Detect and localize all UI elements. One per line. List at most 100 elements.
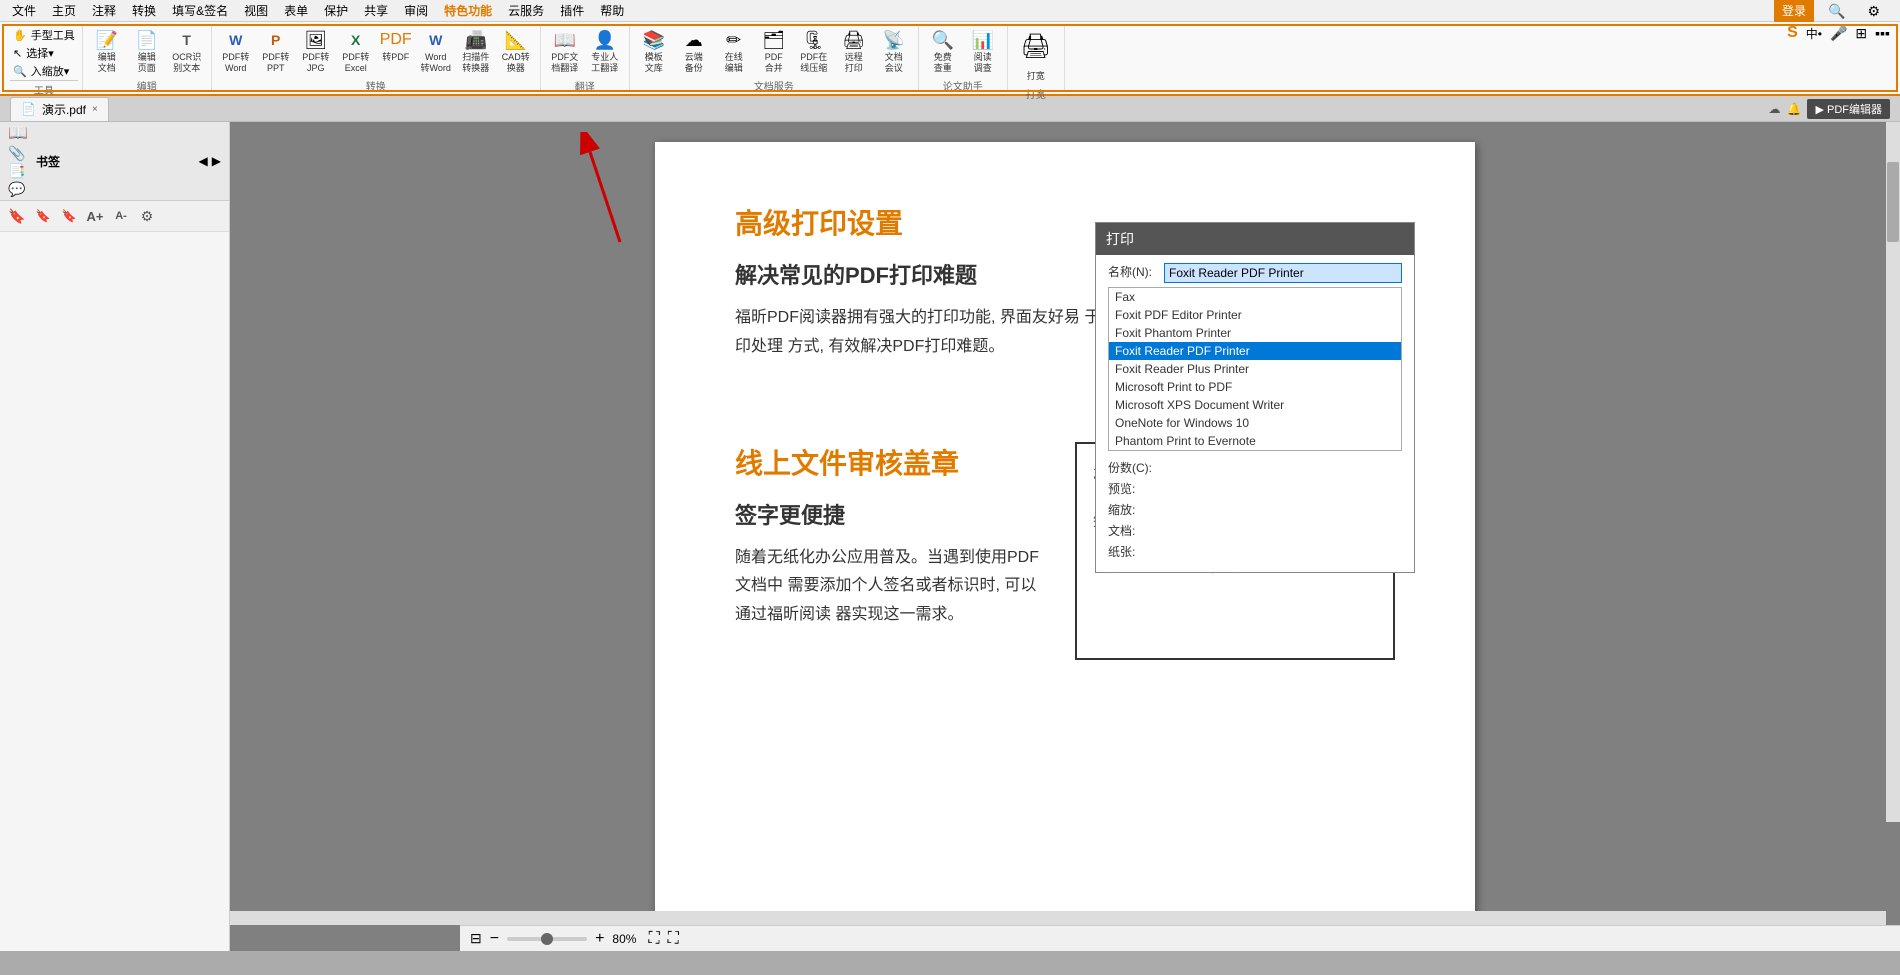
print-paper-label: 纸张:	[1108, 543, 1164, 560]
pdf-to-jpg-btn[interactable]: 🖼 PDF转JPG	[298, 26, 334, 76]
zoom-slider[interactable]	[507, 937, 587, 941]
cloud-backup-btn[interactable]: ☁ 云端备份	[676, 26, 712, 76]
bottom-bar: ⊟ − + 80% ⛶ ⛶	[460, 925, 1900, 951]
pdf-translate-btn[interactable]: 📖 PDF文档翻译	[547, 26, 583, 76]
comment-icon[interactable]: 💬	[8, 182, 32, 196]
scan-convert-btn[interactable]: 📠 扫描件转换器	[458, 26, 494, 76]
pdf-to-word-icon: W	[224, 28, 248, 52]
menu-item-sign[interactable]: 填写&签名	[164, 0, 236, 22]
printer-foxit-editor[interactable]: Foxit PDF Editor Printer	[1109, 306, 1401, 324]
pdf-area: 高级打印设置 解决常见的PDF打印难题 福昕PDF阅读器拥有强大的打印功能, 界…	[230, 122, 1900, 951]
mic-icon[interactable]: 🎤	[1830, 25, 1847, 42]
free-check-label: 免费查重	[934, 52, 952, 74]
select-tool-btn[interactable]: ↖ 选择▾	[10, 44, 78, 62]
sidebar-settings-btn[interactable]: ⚙	[136, 205, 158, 227]
vertical-scrollbar[interactable]	[1886, 122, 1900, 822]
printer-ms-pdf[interactable]: Microsoft Print to PDF	[1109, 378, 1401, 396]
reading-survey-icon: 📊	[971, 28, 995, 52]
menu-item-home[interactable]: 主页	[44, 0, 84, 22]
pdf-merge-btn[interactable]: 🗂 PDF合并	[756, 26, 792, 76]
pdf-to-excel-btn[interactable]: X PDF转Excel	[338, 26, 374, 76]
sidebar-expand-btn[interactable]: ◀	[199, 154, 208, 168]
menu-item-plugin[interactable]: 插件	[552, 0, 592, 22]
text-larger-btn[interactable]: A+	[84, 205, 106, 227]
doc-meeting-btn[interactable]: 📡 文档会议	[876, 26, 912, 76]
file-tab[interactable]: 📄 演示.pdf ×	[10, 97, 109, 121]
print-dialog-header: 打印	[1096, 223, 1414, 255]
edit-doc-btn[interactable]: 📝 编辑文档	[89, 26, 125, 76]
edit-doc-label: 编辑文档	[98, 52, 116, 74]
fit-page-btn[interactable]: ⛶	[648, 930, 659, 948]
bookmark-icon2[interactable]: 🔖	[32, 205, 54, 227]
fullscreen-btn[interactable]: ⛶	[668, 930, 679, 948]
online-edit-btn[interactable]: ✏ 在线编辑	[716, 26, 752, 76]
menu-item-help[interactable]: 帮助	[592, 0, 632, 22]
pdf-compress-btn[interactable]: 🗜 PDF在线压缩	[796, 26, 832, 76]
cad-convert-btn[interactable]: 📐 CAD转换器	[498, 26, 534, 76]
search-icon[interactable]: 🔍	[1820, 0, 1853, 22]
bookmark-add-icon[interactable]: 🔖	[6, 205, 28, 227]
menu-item-cloud[interactable]: 云服务	[500, 0, 552, 22]
more-icon[interactable]: ▪▪▪	[1875, 25, 1890, 41]
layers-icon[interactable]: 📑	[8, 164, 32, 178]
ocr-btn[interactable]: T OCR识别文本	[169, 26, 205, 76]
to-pdf-btn[interactable]: PDF 转PDF	[378, 26, 414, 65]
printer-ms-xps[interactable]: Microsoft XPS Document Writer	[1109, 396, 1401, 414]
word-to-word-btn[interactable]: W Word转Word	[418, 26, 454, 76]
pdf-to-ppt-label: PDF转PPT	[262, 52, 289, 74]
sidebar-collapse-btn[interactable]: ▶	[212, 154, 221, 168]
pdf-to-ppt-btn[interactable]: P PDF转PPT	[258, 26, 294, 76]
template-btn[interactable]: 📚 模板文库	[636, 26, 672, 76]
printer-phantom-evernote[interactable]: Phantom Print to Evernote	[1109, 432, 1401, 450]
remote-print-btn[interactable]: 🖨 远程打印	[836, 26, 872, 76]
pro-translate-btn[interactable]: 👤 专业人工翻译	[587, 26, 623, 76]
hand-tool-btn[interactable]: ✋ 手型工具	[10, 26, 78, 44]
login-btn[interactable]: 登录	[1774, 0, 1814, 23]
bookmark-panel-icon[interactable]: 📖	[8, 126, 32, 142]
zoom-slider-thumb[interactable]	[541, 933, 553, 945]
cloud-sync-icon[interactable]: ☁	[1769, 102, 1781, 116]
printer-onenote[interactable]: OneNote for Windows 10	[1109, 414, 1401, 432]
free-check-btn[interactable]: 🔍 免费查重	[925, 26, 961, 76]
zoom-out-btn[interactable]: −	[490, 930, 499, 948]
print-wide-btn[interactable]: 🖨 打宽	[1014, 26, 1058, 84]
menu-item-file[interactable]: 文件	[4, 0, 44, 22]
reading-survey-btn[interactable]: 📊 阅读调查	[965, 26, 1001, 76]
file-tab-name: 演示.pdf	[42, 101, 86, 118]
grid-icon[interactable]: ⊞	[1855, 25, 1867, 42]
print-wide-label: 打宽	[1027, 71, 1045, 82]
menu-item-annotate[interactable]: 注释	[84, 0, 124, 22]
menu-item-convert[interactable]: 转换	[124, 0, 164, 22]
printer-foxit-phantom[interactable]: Foxit Phantom Printer	[1109, 324, 1401, 342]
page-thumbnail-icon[interactable]: ⊟	[470, 930, 482, 947]
scrollbar-thumb[interactable]	[1887, 162, 1899, 242]
pdf-to-word-btn[interactable]: W PDF转Word	[218, 26, 254, 76]
printer-foxit-plus[interactable]: Foxit Reader Plus Printer	[1109, 360, 1401, 378]
attachment-icon[interactable]: 📎	[8, 146, 32, 160]
menu-item-form[interactable]: 表单	[276, 0, 316, 22]
text-smaller-btn[interactable]: A-	[110, 205, 132, 227]
pdf-editor-btn[interactable]: ▶ PDF编辑器	[1807, 99, 1890, 119]
convert-group-label: 转换	[218, 76, 534, 93]
printer-fax[interactable]: Fax	[1109, 288, 1401, 306]
settings-icon[interactable]: ⚙	[1859, 0, 1888, 22]
zoom-tool-btn[interactable]: 🔍 入缩放▾	[10, 62, 78, 80]
file-tab-close[interactable]: ×	[92, 104, 98, 115]
menu-item-review[interactable]: 审阅	[396, 0, 436, 22]
printer-foxit-reader[interactable]: Foxit Reader PDF Printer	[1109, 342, 1401, 360]
pdf-to-excel-icon: X	[344, 28, 368, 52]
menu-item-protect[interactable]: 保护	[316, 0, 356, 22]
red-arrow	[580, 132, 640, 257]
cloud-backup-icon: ☁	[682, 28, 706, 52]
notification-icon[interactable]: 🔔	[1787, 102, 1802, 116]
bookmark-icon3[interactable]: 🔖	[58, 205, 80, 227]
menu-item-view[interactable]: 视图	[236, 0, 276, 22]
ribbon-content: ✋ 手型工具 ↖ 选择▾ 🔍 入缩放▾ 工具 📝 编辑文档 📄	[0, 22, 1900, 94]
menu-item-special[interactable]: 特色功能	[436, 0, 500, 22]
menu-item-share[interactable]: 共享	[356, 0, 396, 22]
print-name-input[interactable]: Foxit Reader PDF Printer	[1164, 263, 1402, 283]
zoom-plus-btn[interactable]: +	[595, 930, 604, 948]
edit-page-btn[interactable]: 📄 编辑页面	[129, 26, 165, 76]
main-layout: 📖 📎 📑 💬 书签 ◀ ▶ 🔖 🔖 🔖 A+ A- ⚙	[0, 122, 1900, 951]
horizontal-scrollbar[interactable]	[230, 911, 1886, 925]
